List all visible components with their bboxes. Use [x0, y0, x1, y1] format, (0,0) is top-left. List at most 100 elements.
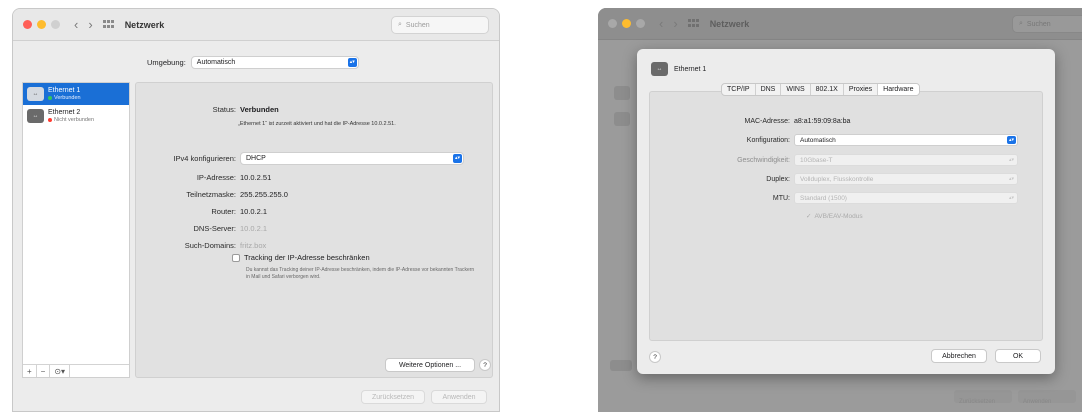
window-title: Netzwerk [124, 19, 165, 30]
interface-list-footer [610, 360, 632, 371]
help-button[interactable]: ? [649, 351, 661, 363]
mac-row: MAC-Adresse: a8:a1:59:09:8a:ba [650, 118, 850, 125]
remove-interface-button[interactable]: − [37, 365, 51, 377]
traffic-lights [23, 20, 60, 29]
minimize-window-button[interactable] [37, 20, 46, 29]
apply-button-label: Anwenden [1023, 399, 1052, 405]
configuration-value: Automatisch [800, 136, 836, 144]
show-all-grid-icon[interactable] [102, 19, 115, 30]
ethernet-icon: ↔ [27, 87, 44, 101]
mtu-row: MTU: Standard (1500) ▴▾ [650, 192, 1018, 204]
speed-value: 10Gbase-T [800, 156, 833, 164]
ipv4-label: IPv4 konfigurieren: [173, 154, 236, 163]
traffic-lights [608, 19, 645, 28]
apply-button[interactable]: Anwenden [1018, 390, 1076, 405]
status-dot-icon [48, 118, 52, 122]
zoom-window-button[interactable] [51, 20, 60, 29]
tracking-option: Tracking der IP-Adresse beschränken [232, 253, 370, 262]
search-field[interactable]: ⌕ Suchen [1012, 15, 1082, 33]
mac-value: a8:a1:59:09:8a:ba [794, 118, 851, 125]
subnet-row: Teilnetzmaske: 255.255.255.0 [136, 190, 288, 199]
interface-status-text: Nicht verbunden [54, 117, 95, 123]
sheet-title: Ethernet 1 [674, 65, 707, 73]
mtu-label: MTU: [772, 194, 790, 202]
status-label: Status: [212, 105, 236, 114]
show-all-grid-icon[interactable] [687, 18, 700, 29]
search-placeholder: Suchen [1026, 20, 1051, 28]
tab-proxies[interactable]: Proxies [844, 84, 879, 95]
popup-chevron-icon: ▴▾ [347, 58, 357, 67]
interface-list-footer: + − ⊙▾ [23, 364, 129, 377]
cancel-button[interactable]: Abbrechen [931, 349, 987, 363]
router-row: Router: 10.0.2.1 [136, 207, 267, 216]
status-dot-icon [48, 96, 52, 100]
title-bar: ‹ › Netzwerk ⌕ Suchen [13, 9, 499, 41]
search-domains-label: Such-Domains: [184, 241, 236, 250]
interface-item-ethernet-2[interactable]: ↔ Ethernet 2 Nicht verbunden [23, 105, 129, 127]
tracking-description: Du kannst das Tracking deiner IP-Adresse… [246, 267, 475, 280]
ipv4-value: DHCP [246, 155, 266, 162]
mtu-popup[interactable]: Standard (1500) ▴▾ [794, 192, 1018, 204]
action-menu-button[interactable]: ⊙▾ [50, 365, 71, 377]
interface-detail-panel: Status: Verbunden „Ethernet 1“ ist zurze… [135, 82, 493, 378]
avb-option: ✓ AVB/EAV-Modus [806, 212, 863, 221]
revert-button[interactable]: Zurücksetzen [361, 390, 425, 404]
revert-button[interactable]: Zurücksetzen [954, 390, 1012, 405]
router-label: Router: [211, 207, 236, 216]
ipv4-row: IPv4 konfigurieren: DHCP ▴▾ [136, 152, 464, 165]
status-description: „Ethernet 1“ ist zurzeit aktiviert und h… [238, 121, 396, 127]
tab-hardware[interactable]: Hardware [878, 84, 919, 95]
more-options-button[interactable]: Weitere Optionen ... [385, 358, 475, 372]
hardware-sheet: ↔ Ethernet 1 MAC-Adresse: a8:a1:59:09:8a… [637, 49, 1055, 374]
speed-row: Geschwindigkeit: 10Gbase-T ▴▾ [650, 154, 1018, 166]
close-window-button[interactable] [608, 19, 617, 28]
back-arrow-icon[interactable]: ‹ [659, 16, 663, 31]
duplex-row: Duplex: Vollduplex, Flusskontrolle ▴▾ [650, 173, 1018, 185]
duplex-popup[interactable]: Vollduplex, Flusskontrolle ▴▾ [794, 173, 1018, 185]
minimize-window-button[interactable] [622, 19, 631, 28]
ethernet-icon: ↔ [27, 109, 44, 123]
ip-address-row: IP-Adresse: 10.0.2.51 [136, 173, 271, 182]
ip-address-value: 10.0.2.51 [240, 173, 272, 182]
mac-label: MAC-Adresse: [744, 118, 790, 125]
checkmark-icon[interactable]: ✓ [806, 212, 811, 220]
configuration-popup[interactable]: Automatisch ▴▾ [794, 134, 1018, 146]
add-interface-button[interactable]: + [23, 365, 37, 377]
forward-arrow-icon[interactable]: › [673, 16, 677, 31]
network-window-right: ‹ › Netzwerk ⌕ Suchen Zurücksetzen Anwen… [598, 8, 1082, 412]
tab-bar: TCP/IP DNS WINS 802.1X Proxies Hardware [721, 83, 920, 96]
tracking-checkbox[interactable] [232, 253, 240, 262]
mtu-value: Standard (1500) [800, 194, 847, 202]
back-arrow-icon[interactable]: ‹ [74, 17, 78, 32]
speed-popup[interactable]: 10Gbase-T ▴▾ [794, 154, 1018, 166]
tab-8021x[interactable]: 802.1X [811, 84, 844, 95]
title-bar: ‹ › Netzwerk ⌕ Suchen [598, 8, 1082, 40]
search-domains-row: Such-Domains: fritz.box [136, 241, 267, 250]
tab-tcpip[interactable]: TCP/IP [722, 84, 756, 95]
duplex-value: Vollduplex, Flusskontrolle [800, 175, 874, 183]
popup-chevron-icon: ▴▾ [1007, 136, 1016, 144]
ok-button[interactable]: OK [995, 349, 1041, 363]
close-window-button[interactable] [23, 20, 32, 29]
search-placeholder: Suchen [405, 21, 430, 29]
forward-arrow-icon[interactable]: › [88, 17, 92, 32]
window-title: Netzwerk [709, 18, 750, 29]
search-field[interactable]: ⌕ Suchen [391, 16, 489, 34]
help-button[interactable]: ? [479, 359, 491, 371]
tracking-label: Tracking der IP-Adresse beschränken [244, 253, 370, 262]
location-row: Umgebung: Automatisch ▴▾ [147, 56, 359, 69]
apply-button[interactable]: Anwenden [431, 390, 487, 404]
hardware-panel: MAC-Adresse: a8:a1:59:09:8a:ba Konfigura… [649, 91, 1043, 341]
interface-item-ethernet-1[interactable]: ↔ Ethernet 1 Verbunden [23, 83, 129, 105]
location-popup[interactable]: Automatisch ▴▾ [190, 56, 359, 69]
tab-dns[interactable]: DNS [756, 84, 782, 95]
avb-label: AVB/EAV-Modus [814, 212, 863, 220]
subnet-label: Teilnetzmaske: [186, 190, 236, 199]
popup-chevron-icon: ▴▾ [1008, 176, 1015, 182]
zoom-window-button[interactable] [636, 19, 645, 28]
magnifier-icon: ⌕ [398, 21, 402, 28]
tab-wins[interactable]: WINS [781, 84, 811, 95]
dns-row: DNS-Server: 10.0.2.1 [136, 224, 267, 233]
interface-status-text: Verbunden [54, 95, 81, 101]
ipv4-config-popup[interactable]: DHCP ▴▾ [240, 152, 464, 165]
